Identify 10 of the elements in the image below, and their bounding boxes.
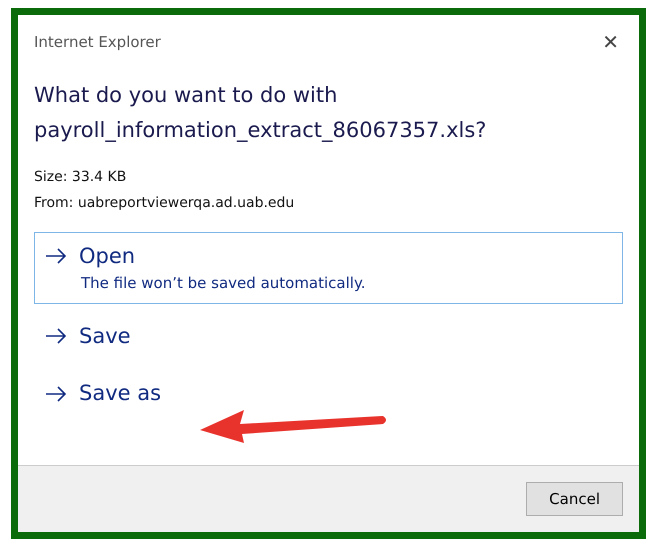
- arrow-icon: [45, 386, 67, 402]
- cancel-button[interactable]: Cancel: [526, 482, 623, 516]
- close-button[interactable]: ✕: [598, 32, 623, 52]
- option-button[interactable]: Open The file won’t be saved automatically.: [34, 232, 623, 304]
- detail-text: Size: 33.4 KB: [34, 168, 128, 186]
- detail-text: From: uabreportviewerqa.ad.uab.edu: [34, 194, 296, 212]
- arrow-icon: [45, 248, 67, 264]
- arrow-icon: [45, 328, 67, 344]
- question-text: What do you want to do with payroll_information_extract_86067357.xls?: [34, 82, 488, 144]
- window-title: Internet Explorer: [34, 32, 161, 53]
